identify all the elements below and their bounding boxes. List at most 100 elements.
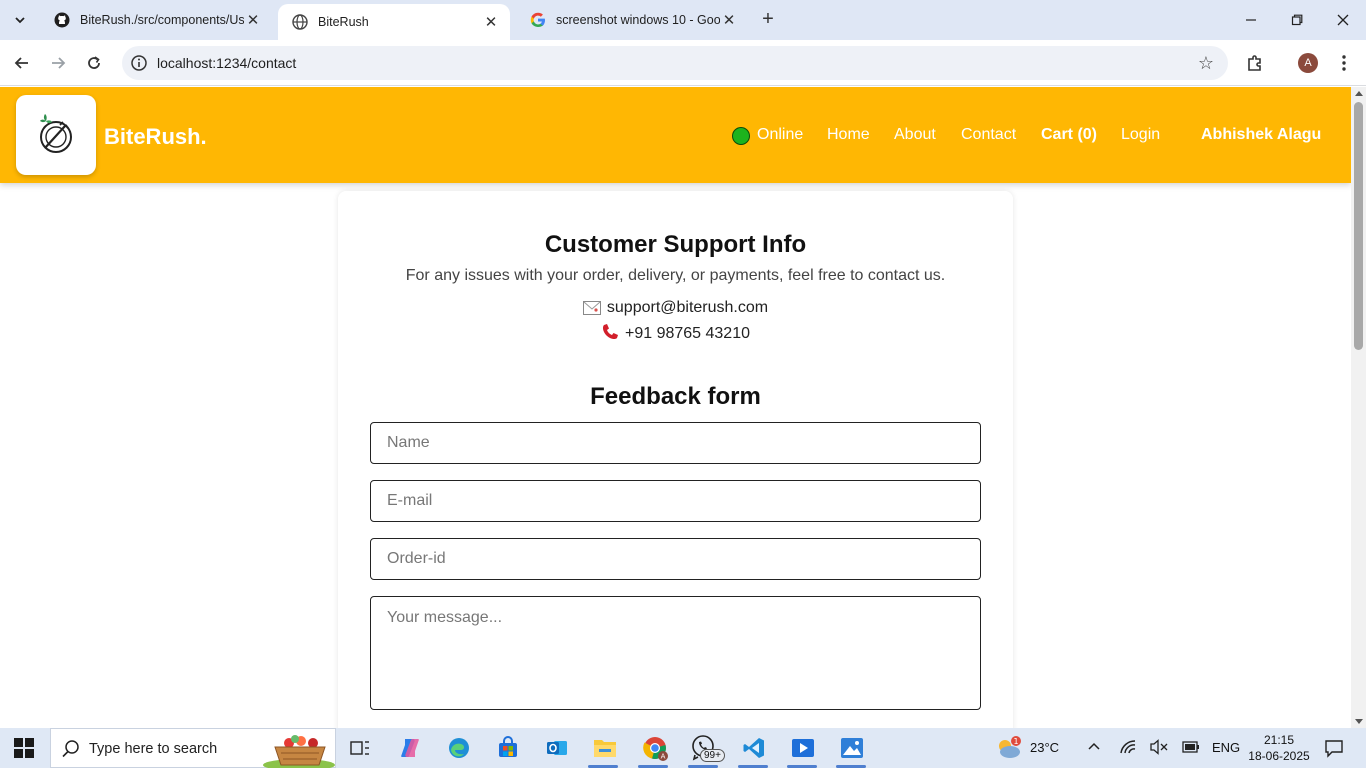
url-text[interactable]: localhost:1234/contact bbox=[157, 55, 296, 71]
wifi-icon[interactable] bbox=[1119, 739, 1137, 758]
close-icon[interactable]: ✕ bbox=[720, 11, 738, 29]
chrome-app[interactable]: A bbox=[641, 734, 669, 762]
google-icon bbox=[530, 12, 546, 28]
scrollbar-thumb[interactable] bbox=[1354, 102, 1363, 350]
order-id-field[interactable] bbox=[370, 538, 981, 580]
page-viewport: BiteRush. Online Home About Contact Cart… bbox=[0, 87, 1351, 728]
svg-text:A: A bbox=[661, 753, 666, 761]
message-field[interactable] bbox=[370, 596, 981, 710]
photos-app[interactable] bbox=[838, 734, 866, 762]
avatar: A bbox=[1298, 53, 1318, 73]
envelope-icon bbox=[582, 301, 601, 320]
online-status-label: Online bbox=[757, 126, 804, 143]
browser-tab-strip: BiteRush./src/components/User ✕ BiteRush… bbox=[0, 0, 1366, 40]
nav-link-home[interactable]: Home bbox=[827, 126, 870, 144]
online-status-icon bbox=[732, 127, 750, 145]
forward-button[interactable] bbox=[46, 51, 70, 75]
back-button[interactable] bbox=[10, 51, 34, 75]
nav-link-contact[interactable]: Contact bbox=[961, 126, 1016, 144]
edge-icon bbox=[449, 738, 469, 758]
chrome-icon: A bbox=[643, 737, 668, 761]
arrow-left-icon bbox=[14, 57, 28, 69]
page-scrollbar[interactable] bbox=[1351, 87, 1366, 728]
chevron-up-icon[interactable] bbox=[1086, 738, 1102, 757]
support-email-row: support@biterush.com bbox=[338, 299, 1013, 320]
tab-google[interactable]: screenshot windows 10 - Google ✕ bbox=[516, 4, 748, 36]
weather-alert-badge: 1 bbox=[1013, 737, 1018, 746]
whatsapp-app[interactable]: 99+ bbox=[690, 734, 725, 762]
support-email[interactable]: support@biterush.com bbox=[607, 299, 768, 316]
windows-logo-icon bbox=[14, 738, 23, 747]
close-window-button[interactable] bbox=[1331, 8, 1355, 32]
file-explorer-app[interactable] bbox=[591, 734, 619, 762]
system-clock[interactable]: 21:15 18-06-2025 bbox=[1248, 732, 1310, 764]
minimize-icon bbox=[1246, 19, 1256, 21]
folder-icon bbox=[594, 740, 616, 757]
outlook-icon bbox=[547, 741, 567, 755]
notification-center-icon[interactable] bbox=[1324, 738, 1344, 761]
search-icon bbox=[62, 740, 79, 758]
feedback-title: Feedback form bbox=[590, 383, 761, 410]
nav-link-cart[interactable]: Cart (0) bbox=[1041, 126, 1097, 144]
arrow-right-icon bbox=[52, 57, 66, 69]
clock-time: 21:15 bbox=[1263, 733, 1295, 747]
profile-button[interactable]: A bbox=[1296, 51, 1320, 75]
site-info-icon[interactable] bbox=[130, 54, 148, 72]
clock-date: 18-06-2025 bbox=[1248, 749, 1310, 763]
phone-icon bbox=[601, 323, 619, 346]
brand-name[interactable]: BiteRush. bbox=[104, 124, 207, 150]
battery-icon[interactable] bbox=[1182, 740, 1200, 757]
tab-title: BiteRush bbox=[318, 15, 369, 29]
login-button[interactable]: Login bbox=[1121, 126, 1160, 144]
nav-link-about[interactable]: About bbox=[894, 126, 936, 144]
vscode-app[interactable] bbox=[740, 734, 768, 762]
tab-search-button[interactable] bbox=[8, 8, 32, 32]
extensions-button[interactable] bbox=[1243, 51, 1267, 75]
close-icon[interactable]: ✕ bbox=[244, 11, 262, 29]
taskbar-search[interactable]: Type here to search bbox=[50, 728, 336, 768]
globe-icon bbox=[292, 14, 308, 30]
store-icon bbox=[499, 736, 517, 757]
speaker-muted-icon[interactable] bbox=[1150, 739, 1168, 758]
user-name: Abhishek Alagu bbox=[1201, 126, 1322, 143]
scroll-up-icon[interactable] bbox=[1355, 91, 1363, 96]
support-phone[interactable]: +91 98765 43210 bbox=[625, 325, 750, 342]
plate-fork-logo-icon bbox=[40, 114, 72, 153]
minimize-button[interactable] bbox=[1239, 8, 1263, 32]
email-field[interactable] bbox=[370, 480, 981, 522]
chevron-down-icon bbox=[15, 17, 25, 24]
task-view-button[interactable] bbox=[346, 734, 374, 762]
tab-github[interactable]: BiteRush./src/components/User ✕ bbox=[40, 4, 272, 36]
weather-widget[interactable]: 1 bbox=[995, 734, 1023, 762]
site-logo[interactable] bbox=[16, 95, 96, 175]
media-player-app[interactable] bbox=[789, 734, 817, 762]
vscode-icon bbox=[743, 738, 764, 758]
reload-button[interactable] bbox=[82, 51, 106, 75]
tab-title: screenshot windows 10 - Google bbox=[556, 13, 720, 27]
windows-start-button[interactable] bbox=[14, 738, 34, 758]
temperature[interactable]: 23°C bbox=[1030, 740, 1059, 755]
browser-menu-button[interactable] bbox=[1332, 51, 1356, 75]
tab-biterush[interactable]: BiteRush ✕ bbox=[278, 4, 510, 40]
close-icon bbox=[1337, 14, 1349, 26]
store-app[interactable] bbox=[494, 734, 522, 762]
support-description: For any issues with your order, delivery… bbox=[405, 267, 946, 284]
photos-icon bbox=[841, 738, 863, 758]
bookmark-star-icon[interactable]: ☆ bbox=[1198, 53, 1214, 74]
input-language[interactable]: ENG bbox=[1212, 740, 1240, 755]
video-player-icon bbox=[792, 739, 814, 757]
restore-icon bbox=[1291, 14, 1303, 26]
windows-taskbar: Type here to search A 99+ 1 23°C ENG 21:… bbox=[0, 728, 1366, 768]
restore-button[interactable] bbox=[1285, 8, 1309, 32]
address-bar[interactable]: localhost:1234/contact ☆ bbox=[122, 46, 1228, 80]
task-view-icon bbox=[350, 741, 369, 755]
copilot-app[interactable] bbox=[396, 734, 424, 762]
scroll-down-icon[interactable] bbox=[1355, 719, 1363, 724]
close-icon[interactable]: ✕ bbox=[482, 13, 500, 31]
support-title: Customer Support Info bbox=[544, 231, 807, 258]
food-basket-icon bbox=[263, 735, 335, 768]
outlook-app[interactable] bbox=[543, 734, 571, 762]
name-field[interactable] bbox=[370, 422, 981, 464]
new-tab-button[interactable]: + bbox=[757, 9, 779, 31]
edge-app[interactable] bbox=[445, 734, 473, 762]
